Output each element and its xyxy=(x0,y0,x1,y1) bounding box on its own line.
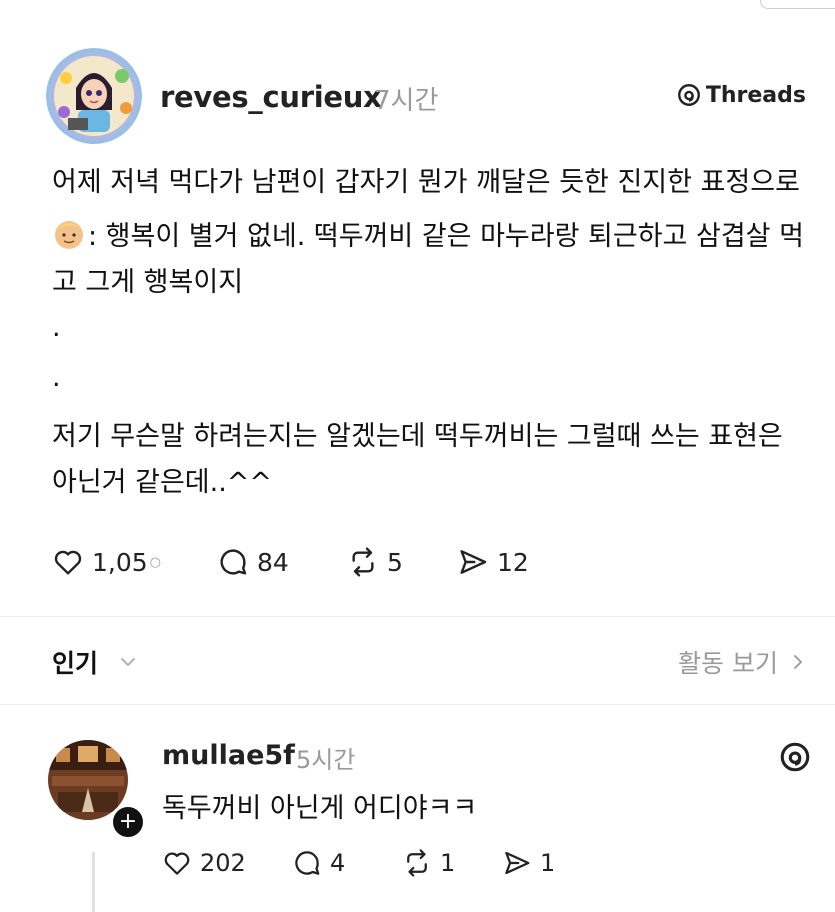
author-avatar[interactable] xyxy=(46,48,142,144)
reply-reply-count: 4 xyxy=(330,849,346,877)
post-actions: 1,05 ○ 84 5 12 xyxy=(52,546,557,578)
repost-count: 5 xyxy=(387,547,403,577)
heart-icon xyxy=(164,852,190,875)
post-dot: . xyxy=(52,362,61,393)
post-quote: : 행복이 별거 없네. 떡두꺼비 같은 마누라랑 퇴근하고 삼겹살 먹고 그게… xyxy=(52,214,812,306)
reply-time: 5시간 xyxy=(296,746,356,774)
reply-button[interactable]: 84 xyxy=(217,546,347,578)
sort-dropdown[interactable]: 인기 xyxy=(52,644,98,680)
reply-item: + mullae5f 5시간 독두꺼비 아닌게 어디야ㅋㅋ 202 4 1 1 xyxy=(48,740,818,912)
reply-share-count: 1 xyxy=(540,849,556,877)
window-edge xyxy=(760,0,835,9)
post-quote-text: : 행복이 별거 없네. 떡두꺼비 같은 마누라랑 퇴근하고 삼겹살 먹고 그게… xyxy=(52,221,804,298)
reply-share-button[interactable]: 1 xyxy=(502,848,555,878)
post-dot: . xyxy=(52,312,61,343)
repost-button[interactable]: 5 xyxy=(347,546,457,578)
divider xyxy=(0,704,835,705)
repost-icon xyxy=(352,547,374,577)
share-button[interactable]: 12 xyxy=(457,546,557,578)
like-button[interactable]: 1,05 ○ xyxy=(52,546,217,578)
reply-like-count: 202 xyxy=(200,849,246,877)
follow-button[interactable]: + xyxy=(110,804,146,840)
share-count: 12 xyxy=(497,547,529,577)
share-icon xyxy=(505,851,530,875)
like-count-suffix: ○ xyxy=(149,554,162,570)
share-icon xyxy=(460,550,487,574)
reply-icon xyxy=(295,851,320,875)
replies-sort-bar: 인기 활동 보기 xyxy=(52,640,808,684)
threads-brand[interactable]: Threads xyxy=(676,82,806,108)
view-activity-label: 활동 보기 xyxy=(678,649,778,678)
heart-icon xyxy=(54,550,82,575)
man-face-emoji-icon xyxy=(52,217,86,251)
post-paragraph: 어제 저녁 먹다가 남편이 갑자기 뭔가 깨달은 듯한 진지한 표정으로 xyxy=(52,167,800,198)
reply-count: 84 xyxy=(257,547,289,577)
reply-repost-count: 1 xyxy=(440,849,456,877)
thread-line xyxy=(92,852,95,912)
reply-like-button[interactable]: 202 xyxy=(162,848,292,878)
reply-icon xyxy=(220,549,247,575)
repost-icon xyxy=(407,849,427,877)
post-body: 어제 저녁 먹다가 남편이 갑자기 뭔가 깨달은 듯한 진지한 표정으로 : 행… xyxy=(52,160,812,506)
view-activity-link[interactable]: 활동 보기 xyxy=(678,644,808,680)
reply-repost-button[interactable]: 1 xyxy=(402,848,502,878)
threads-logo-icon xyxy=(677,84,700,106)
post-time: 7시간 xyxy=(374,86,439,116)
chevron-down-icon[interactable] xyxy=(118,652,138,672)
like-count: 1,05 xyxy=(92,547,148,577)
reply-text: 독두꺼비 아닌게 어디야ㅋㅋ xyxy=(162,793,478,824)
post-header: reves_curieux 7시간 Threads xyxy=(46,48,806,148)
threads-logo-icon[interactable] xyxy=(778,740,812,774)
reply-username[interactable]: mullae5f xyxy=(162,740,295,771)
threads-brand-label: Threads xyxy=(705,82,806,108)
author-username[interactable]: reves_curieux xyxy=(160,80,382,114)
reply-reply-button[interactable]: 4 xyxy=(292,848,402,878)
reply-actions: 202 4 1 1 xyxy=(162,848,555,878)
chevron-right-icon xyxy=(794,655,802,669)
post-paragraph: 저기 무슨말 하려는지는 알겠는데 떡두꺼비는 그럴때 쓰는 표현은 아닌거 같… xyxy=(52,421,783,498)
divider xyxy=(0,616,835,617)
